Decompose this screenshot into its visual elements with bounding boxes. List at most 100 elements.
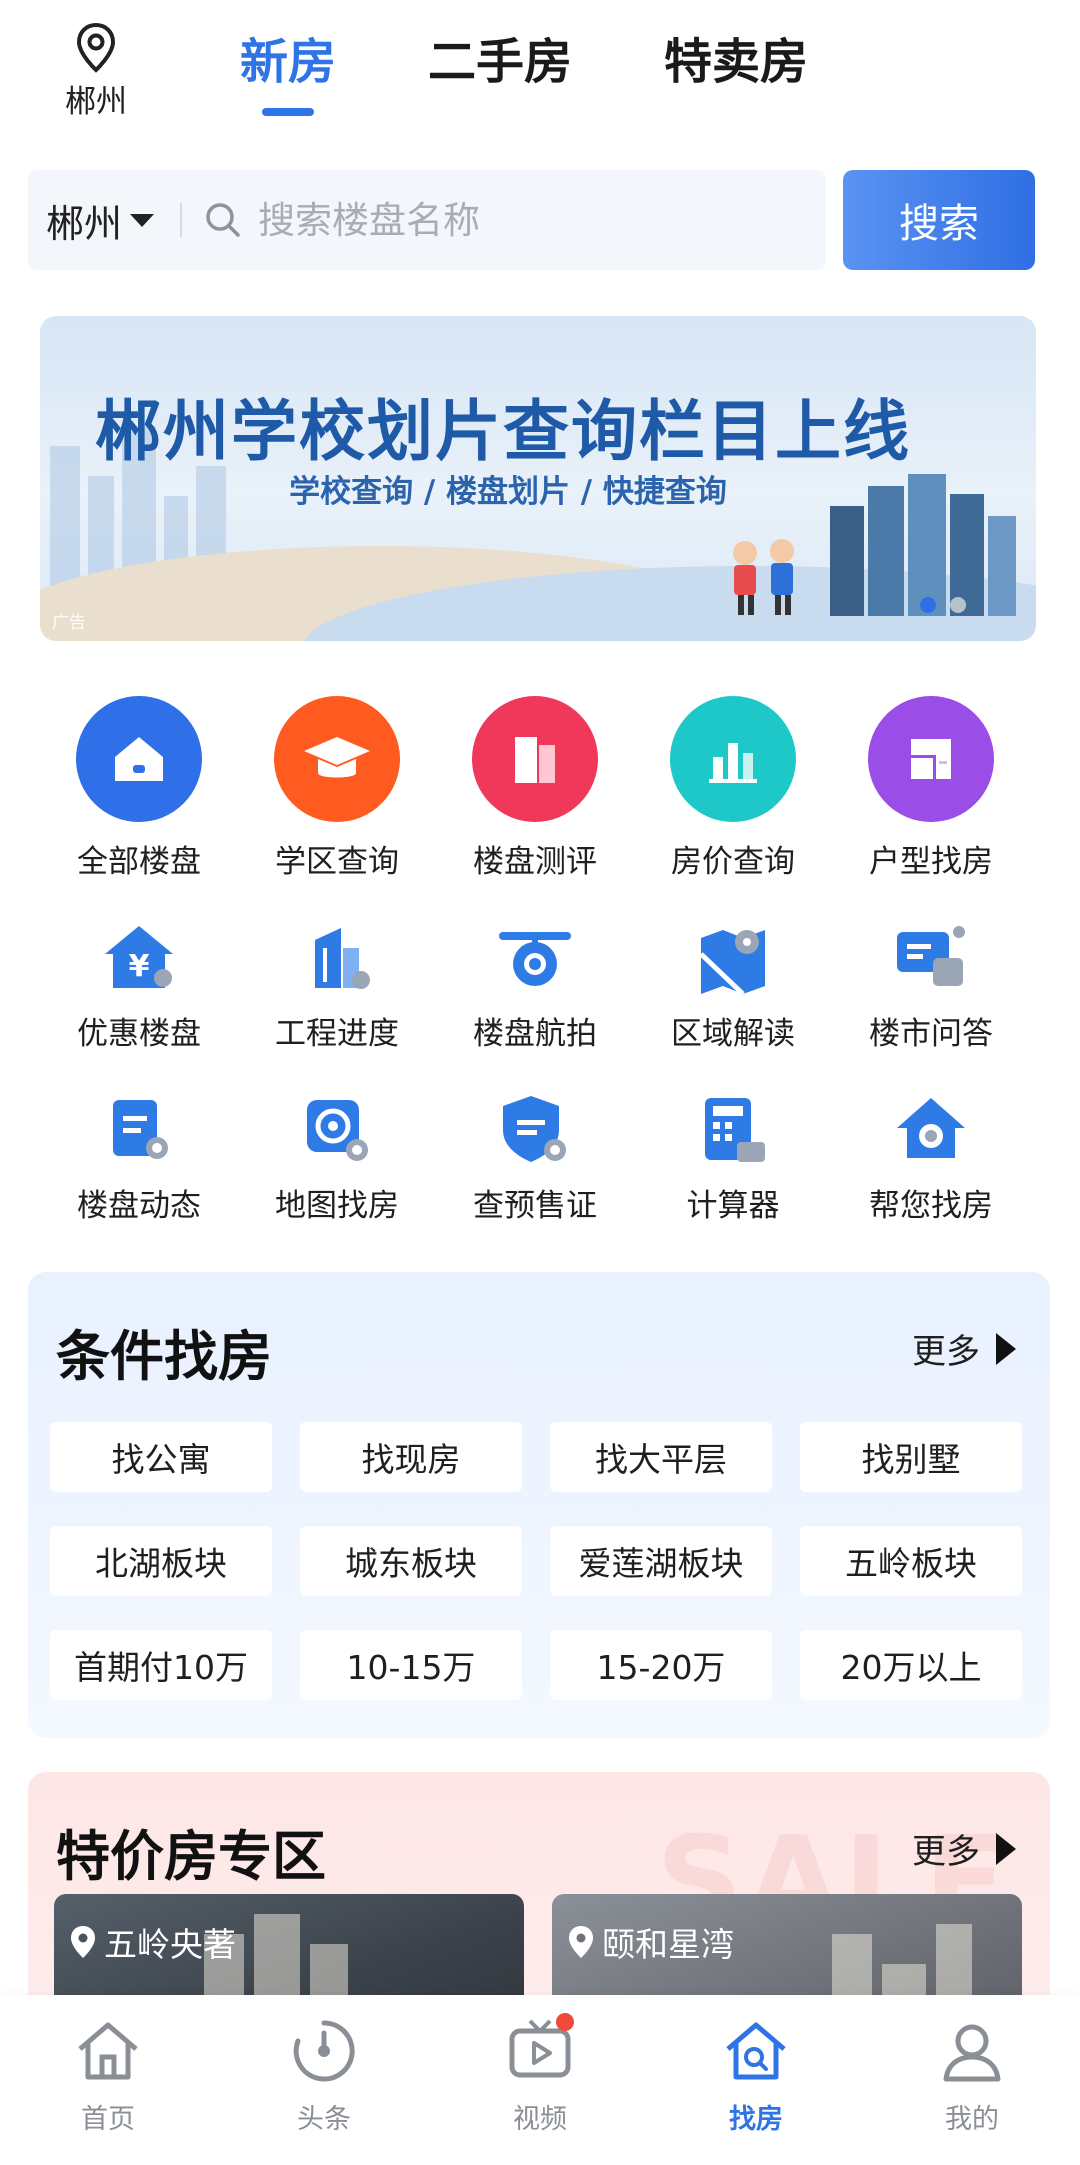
carousel-dot-active[interactable] <box>920 597 936 613</box>
tool-label: 计算器 <box>686 1188 780 1224</box>
house-icon <box>76 696 202 822</box>
find-house-icon <box>720 2015 792 2087</box>
nav-label: 视频 <box>513 2104 567 2135</box>
top-header: 郴州 新房 二手房 特卖房 <box>0 0 1080 150</box>
nav-video[interactable]: 视频 <box>432 1995 648 2165</box>
tool-presale-certificate[interactable]: 查预售证 <box>436 1090 634 1225</box>
filter-chip[interactable]: 爱莲湖板块 <box>550 1526 772 1596</box>
tool-label: 查预售证 <box>473 1188 597 1224</box>
tool-label: 优惠楼盘 <box>77 1016 201 1052</box>
filter-chip[interactable]: 20万以上 <box>800 1630 1022 1700</box>
discount-house-icon: ¥ <box>99 918 179 998</box>
svg-text:¥: ¥ <box>129 949 150 984</box>
chip-row: 首期付10万 10-15万 15-20万 20万以上 <box>50 1630 1030 1700</box>
tab-new-house[interactable]: 新房 <box>240 26 336 116</box>
tab-second-hand[interactable]: 二手房 <box>428 26 572 98</box>
tool-label: 地图找房 <box>275 1188 399 1224</box>
tool-grid-row-1: ¥ 优惠楼盘 工程进度 楼盘航拍 区域解读 楼市问答 <box>40 918 1040 1053</box>
books-illustration <box>830 474 1016 616</box>
chip-row: 北湖板块 城东板块 爱莲湖板块 五岭板块 <box>50 1526 1030 1596</box>
tool-label: 楼盘航拍 <box>473 1016 597 1052</box>
tool-construction-progress[interactable]: 工程进度 <box>238 918 436 1053</box>
filter-chip[interactable]: 找现房 <box>300 1422 522 1492</box>
bottom-nav: 首页 头条 视频 找房 我的 <box>0 1995 1080 2165</box>
nav-label: 首页 <box>81 2104 135 2135</box>
children-illustration <box>733 539 794 615</box>
entry-all-projects[interactable]: 全部楼盘 <box>40 696 238 881</box>
search-field <box>204 198 826 242</box>
promo-banner[interactable]: 郴州学校划片查询栏目上线 学校查询 / 楼盘划片 / 快捷查询 广告 <box>40 316 1036 641</box>
map-target-icon <box>297 1090 377 1170</box>
profile-icon <box>936 2015 1008 2087</box>
house-type-tabs: 新房 二手房 特卖房 <box>240 26 900 116</box>
entry-price-query[interactable]: 房价查询 <box>634 696 832 881</box>
tool-label: 楼市问答 <box>869 1016 993 1052</box>
nav-headlines[interactable]: 头条 <box>216 1995 432 2165</box>
map-location-icon <box>693 918 773 998</box>
nav-label: 头条 <box>297 2104 351 2135</box>
tool-area-analysis[interactable]: 区域解读 <box>634 918 832 1053</box>
filter-chip[interactable]: 北湖板块 <box>50 1526 272 1596</box>
city-dropdown[interactable]: 郴州 <box>28 193 155 248</box>
condition-more-link[interactable]: 更多 <box>912 1324 1016 1373</box>
tool-market-qa[interactable]: 楼市问答 <box>832 918 1030 1053</box>
tool-help-find-house[interactable]: 帮您找房 <box>832 1090 1030 1225</box>
tool-calculator[interactable]: 计算器 <box>634 1090 832 1225</box>
condition-search-card: 条件找房 更多 找公寓 找现房 找大平层 找别墅 北湖板块 城东板块 爱莲湖板块… <box>28 1272 1050 1738</box>
condition-chips: 找公寓 找现房 找大平层 找别墅 北湖板块 城东板块 爱莲湖板块 五岭板块 首期… <box>50 1422 1030 1734</box>
location-pin-icon <box>569 1926 593 1958</box>
entry-label: 楼盘测评 <box>473 844 597 880</box>
headline-icon <box>288 2015 360 2087</box>
discount-zone-title: 特价房专区 <box>56 1825 326 1888</box>
banner-title: 郴州学校划片查询栏目上线 <box>95 393 911 470</box>
tool-label: 工程进度 <box>275 1016 399 1052</box>
carousel-indicator <box>906 597 966 613</box>
nav-label: 找房 <box>729 2104 783 2135</box>
tool-project-news[interactable]: 楼盘动态 <box>40 1090 238 1225</box>
search-button[interactable]: 搜索 <box>843 170 1035 270</box>
notification-badge <box>556 2013 574 2031</box>
nav-profile[interactable]: 我的 <box>864 1995 1080 2165</box>
tool-discount-projects[interactable]: ¥ 优惠楼盘 <box>40 918 238 1053</box>
tool-grid-row-2: 楼盘动态 地图找房 查预售证 计算器 帮您找房 <box>40 1090 1040 1225</box>
filter-chip[interactable]: 找别墅 <box>800 1422 1022 1492</box>
entry-floor-plan[interactable]: 户型找房 <box>832 696 1030 881</box>
filter-chip[interactable]: 首期付10万 <box>50 1630 272 1700</box>
entry-school-district[interactable]: 学区查询 <box>238 696 436 881</box>
property-name: 五岭央著 <box>104 1925 236 1964</box>
tool-map-search[interactable]: 地图找房 <box>238 1090 436 1225</box>
tool-aerial-photo[interactable]: 楼盘航拍 <box>436 918 634 1053</box>
search-icon <box>206 203 240 237</box>
nav-home[interactable]: 首页 <box>0 1995 216 2165</box>
city-label: 郴州 <box>46 201 123 246</box>
tab-special-sale[interactable]: 特卖房 <box>664 26 808 98</box>
discount-more-link[interactable]: 更多 <box>912 1824 1016 1873</box>
filter-chip[interactable]: 五岭板块 <box>800 1526 1022 1596</box>
tool-label: 楼盘动态 <box>77 1188 201 1224</box>
entry-label: 户型找房 <box>869 844 993 880</box>
search-input[interactable] <box>258 198 679 242</box>
search-bar: 郴州 <box>28 170 826 270</box>
chat-icon <box>891 918 971 998</box>
location-pin-icon <box>71 1926 95 1958</box>
nav-find-house[interactable]: 找房 <box>648 1995 864 2165</box>
certificate-shield-icon <box>495 1090 575 1170</box>
entry-project-review[interactable]: 楼盘测评 <box>436 696 634 881</box>
calculator-icon <box>693 1090 773 1170</box>
condition-search-title: 条件找房 <box>56 1325 272 1388</box>
chip-row: 找公寓 找现房 找大平层 找别墅 <box>50 1422 1030 1492</box>
filter-chip[interactable]: 10-15万 <box>300 1630 522 1700</box>
filter-chip[interactable]: 城东板块 <box>300 1526 522 1596</box>
nav-label: 我的 <box>945 2104 999 2135</box>
filter-chip[interactable]: 15-20万 <box>550 1630 772 1700</box>
carousel-dot[interactable] <box>950 597 966 613</box>
filter-chip[interactable]: 找公寓 <box>50 1422 272 1492</box>
floor-plan-icon <box>868 696 994 822</box>
location-pin-icon <box>76 22 116 73</box>
location-selector[interactable]: 郴州 <box>50 22 142 121</box>
more-label: 更多 <box>912 1332 980 1372</box>
entry-label: 学区查询 <box>275 844 399 880</box>
property-name-tag: 颐和星湾 <box>568 1918 734 1966</box>
filter-chip[interactable]: 找大平层 <box>550 1422 772 1492</box>
divider <box>180 203 183 237</box>
